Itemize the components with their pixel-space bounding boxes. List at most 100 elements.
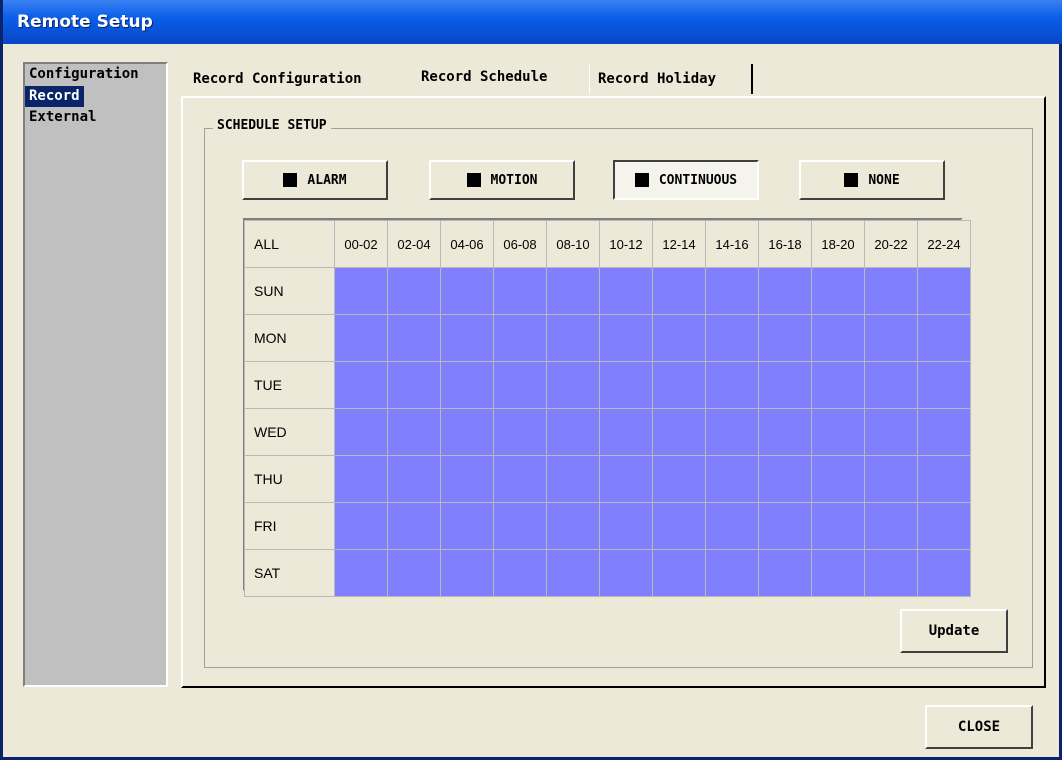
schedule-cell[interactable] <box>811 502 865 550</box>
schedule-cell[interactable] <box>493 361 547 409</box>
schedule-cell[interactable] <box>652 502 706 550</box>
schedule-cell[interactable] <box>864 408 918 456</box>
schedule-cell[interactable] <box>599 314 653 362</box>
schedule-cell[interactable] <box>917 502 971 550</box>
schedule-cell[interactable] <box>599 408 653 456</box>
schedule-cell[interactable] <box>811 361 865 409</box>
schedule-cell[interactable] <box>864 455 918 503</box>
schedule-cell[interactable] <box>917 549 971 597</box>
schedule-cell[interactable] <box>334 361 388 409</box>
close-button[interactable]: CLOSE <box>925 705 1033 749</box>
schedule-cell[interactable] <box>864 502 918 550</box>
schedule-cell[interactable] <box>546 408 600 456</box>
column-header-16-18[interactable]: 16-18 <box>758 220 812 268</box>
schedule-cell[interactable] <box>758 314 812 362</box>
schedule-cell[interactable] <box>387 408 441 456</box>
schedule-cell[interactable] <box>440 408 494 456</box>
schedule-cell[interactable] <box>334 502 388 550</box>
column-header-04-06[interactable]: 04-06 <box>440 220 494 268</box>
schedule-cell[interactable] <box>493 502 547 550</box>
column-header-00-02[interactable]: 00-02 <box>334 220 388 268</box>
schedule-cell[interactable] <box>811 267 865 315</box>
day-label-wed[interactable]: WED <box>244 408 335 456</box>
motion-button[interactable]: MOTION <box>429 160 575 200</box>
schedule-cell[interactable] <box>387 314 441 362</box>
tab-record-schedule[interactable]: Record Schedule <box>413 62 593 96</box>
schedule-cell[interactable] <box>864 361 918 409</box>
schedule-cell[interactable] <box>546 314 600 362</box>
schedule-cell[interactable] <box>440 361 494 409</box>
schedule-cell[interactable] <box>758 267 812 315</box>
all-selector[interactable]: ALL <box>244 220 335 268</box>
schedule-cell[interactable] <box>546 549 600 597</box>
continuous-button[interactable]: CONTINUOUS <box>613 160 759 200</box>
schedule-cell[interactable] <box>599 361 653 409</box>
schedule-cell[interactable] <box>599 549 653 597</box>
schedule-cell[interactable] <box>546 455 600 503</box>
schedule-cell[interactable] <box>599 502 653 550</box>
day-label-mon[interactable]: MON <box>244 314 335 362</box>
schedule-cell[interactable] <box>546 502 600 550</box>
schedule-cell[interactable] <box>387 502 441 550</box>
schedule-cell[interactable] <box>705 314 759 362</box>
day-label-fri[interactable]: FRI <box>244 502 335 550</box>
schedule-cell[interactable] <box>652 314 706 362</box>
schedule-cell[interactable] <box>652 267 706 315</box>
schedule-cell[interactable] <box>546 267 600 315</box>
day-label-tue[interactable]: TUE <box>244 361 335 409</box>
schedule-cell[interactable] <box>440 549 494 597</box>
schedule-cell[interactable] <box>758 408 812 456</box>
schedule-cell[interactable] <box>546 361 600 409</box>
schedule-cell[interactable] <box>493 455 547 503</box>
schedule-cell[interactable] <box>705 549 759 597</box>
schedule-cell[interactable] <box>493 267 547 315</box>
column-header-10-12[interactable]: 10-12 <box>599 220 653 268</box>
schedule-cell[interactable] <box>811 314 865 362</box>
schedule-cell[interactable] <box>387 549 441 597</box>
column-header-20-22[interactable]: 20-22 <box>864 220 918 268</box>
schedule-cell[interactable] <box>705 455 759 503</box>
update-button[interactable]: Update <box>900 609 1008 653</box>
schedule-cell[interactable] <box>440 314 494 362</box>
schedule-cell[interactable] <box>811 455 865 503</box>
schedule-cell[interactable] <box>652 408 706 456</box>
schedule-cell[interactable] <box>387 361 441 409</box>
day-label-sun[interactable]: SUN <box>244 267 335 315</box>
schedule-cell[interactable] <box>652 455 706 503</box>
column-header-22-24[interactable]: 22-24 <box>917 220 971 268</box>
title-bar[interactable]: Remote Setup <box>3 0 1062 44</box>
schedule-cell[interactable] <box>440 502 494 550</box>
day-label-thu[interactable]: THU <box>244 455 335 503</box>
alarm-button[interactable]: ALARM <box>242 160 388 200</box>
schedule-cell[interactable] <box>387 267 441 315</box>
schedule-cell[interactable] <box>864 314 918 362</box>
schedule-cell[interactable] <box>811 549 865 597</box>
day-label-sat[interactable]: SAT <box>244 549 335 597</box>
schedule-cell[interactable] <box>917 455 971 503</box>
tab-record-holiday[interactable]: Record Holiday <box>589 64 753 94</box>
schedule-cell[interactable] <box>758 502 812 550</box>
tab-record-configuration[interactable]: Record Configuration <box>185 64 413 94</box>
schedule-cell[interactable] <box>334 455 388 503</box>
schedule-cell[interactable] <box>864 267 918 315</box>
sidebar-item-external[interactable]: External <box>25 107 166 128</box>
schedule-cell[interactable] <box>334 549 388 597</box>
column-header-06-08[interactable]: 06-08 <box>493 220 547 268</box>
schedule-cell[interactable] <box>599 455 653 503</box>
schedule-cell[interactable] <box>652 361 706 409</box>
schedule-cell[interactable] <box>334 408 388 456</box>
schedule-cell[interactable] <box>493 408 547 456</box>
schedule-cell[interactable] <box>334 267 388 315</box>
column-header-18-20[interactable]: 18-20 <box>811 220 865 268</box>
column-header-14-16[interactable]: 14-16 <box>705 220 759 268</box>
schedule-cell[interactable] <box>758 455 812 503</box>
schedule-cell[interactable] <box>864 549 918 597</box>
schedule-cell[interactable] <box>705 267 759 315</box>
schedule-cell[interactable] <box>917 314 971 362</box>
sidebar-item-record[interactable]: Record <box>25 86 84 107</box>
schedule-cell[interactable] <box>334 314 388 362</box>
schedule-cell[interactable] <box>917 267 971 315</box>
schedule-cell[interactable] <box>440 267 494 315</box>
schedule-cell[interactable] <box>493 314 547 362</box>
schedule-cell[interactable] <box>917 408 971 456</box>
